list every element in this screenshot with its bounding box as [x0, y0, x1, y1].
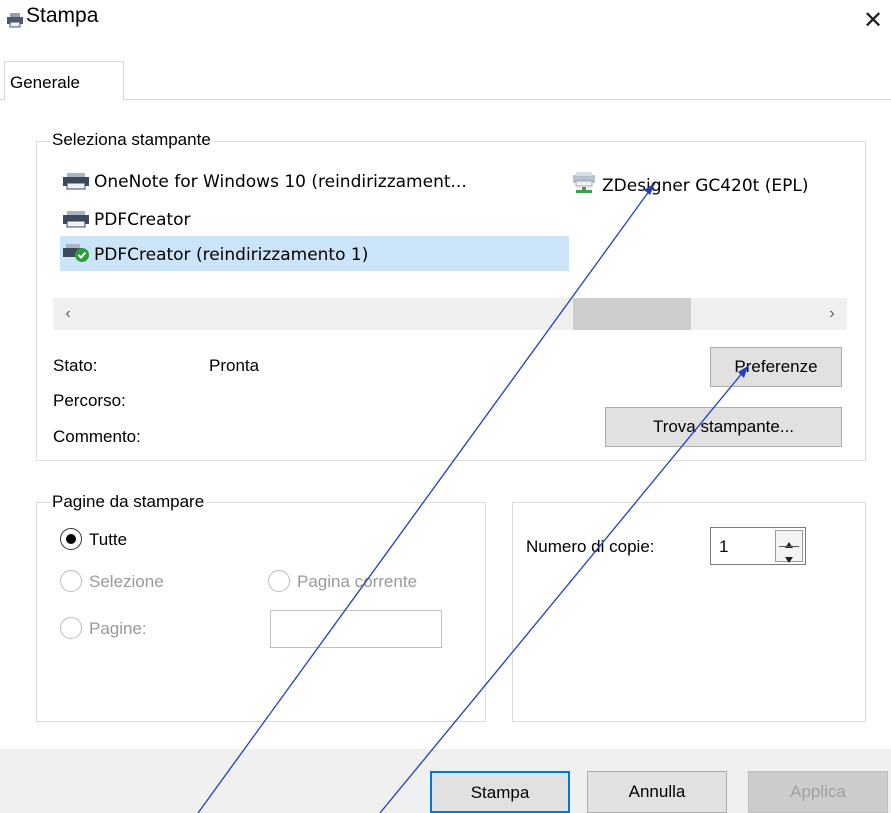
printer-item-pdfcreator[interactable]: PDFCreator [62, 210, 191, 234]
apply-button[interactable]: Applica [748, 771, 888, 813]
scrollbar-thumb[interactable] [573, 298, 691, 330]
find-printer-button[interactable]: Trova stampante... [605, 407, 842, 447]
status-value: Pronta [209, 356, 260, 375]
comment-label: Commento: [53, 427, 141, 446]
network-printer-icon [570, 172, 600, 199]
radio-all[interactable] [60, 528, 82, 550]
printer-icon [62, 172, 92, 195]
window-title: Stampa [26, 4, 99, 27]
tab-divider [0, 99, 891, 100]
printer-item-zdesigner[interactable]: ZDesigner GC420t (EPL) [570, 172, 808, 196]
radio-pages-label: Pagine: [89, 619, 147, 638]
default-printer-icon [62, 243, 92, 268]
status-label: Stato: [53, 356, 98, 375]
printer-list-scrollbar[interactable] [53, 298, 847, 330]
printer-item-onenote[interactable]: OneNote for Windows 10 (reindirizzament.… [62, 172, 467, 196]
pages-range-input[interactable] [270, 610, 442, 648]
printer-name: PDFCreator (reindirizzamento 1) [94, 245, 369, 265]
printer-name: OneNote for Windows 10 (reindirizzament.… [94, 172, 467, 192]
copies-label: Numero di copie: [526, 537, 655, 556]
radio-selection[interactable] [60, 570, 82, 592]
preferences-button[interactable]: Preferenze [710, 347, 842, 387]
radio-all-label: Tutte [89, 530, 128, 549]
printer-icon [6, 12, 24, 28]
radio-current-page-label: Pagina corrente [297, 572, 418, 591]
radio-current-page[interactable] [268, 570, 290, 592]
copies-value: 1 [719, 537, 729, 556]
radio-dot [66, 534, 76, 544]
printer-item-pdfcreator-redirect[interactable]: PDFCreator (reindirizzamento 1) [62, 243, 368, 267]
printer-name: PDFCreator [94, 210, 191, 230]
radio-selection-label: Selezione [89, 572, 164, 591]
path-label: Percorso: [53, 391, 126, 410]
printer-group-label: Seleziona stampante [50, 130, 213, 150]
copies-stepper[interactable] [775, 530, 803, 563]
copies-groupbox [512, 502, 866, 722]
tab-label: Generale [10, 73, 80, 92]
radio-pages[interactable] [60, 617, 82, 639]
printer-name: ZDesigner GC420t (EPL) [602, 176, 809, 196]
printer-icon [62, 210, 92, 233]
cancel-button[interactable]: Annulla [587, 771, 727, 813]
chevron-down-icon[interactable] [784, 549, 794, 569]
tab-generale[interactable]: Generale [4, 61, 124, 101]
scroll-right-arrow-icon[interactable]: › [817, 298, 847, 330]
stepper-divider [779, 546, 799, 547]
print-button[interactable]: Stampa [430, 771, 570, 813]
pages-group-label: Pagine da stampare [50, 492, 207, 512]
scroll-left-arrow-icon[interactable]: ‹ [53, 298, 83, 330]
close-button[interactable]: ✕ [858, 6, 888, 36]
